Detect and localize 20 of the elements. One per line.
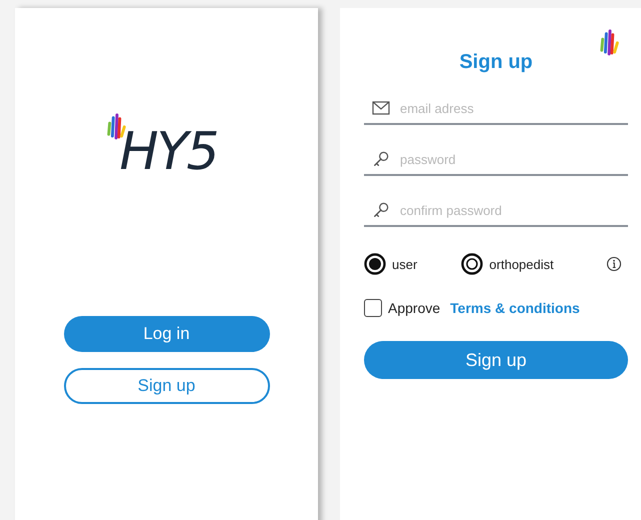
- role-label: orthopedist: [489, 256, 554, 272]
- approve-label: Approve: [388, 300, 440, 316]
- role-label: user: [392, 256, 418, 272]
- form-title: Sign up: [458, 51, 534, 74]
- color-stripes-icon: [599, 28, 621, 56]
- terms-link[interactable]: Terms & conditions: [450, 300, 580, 316]
- input-field[interactable]: email adress: [398, 100, 628, 116]
- input-field[interactable]: confirm password: [398, 202, 628, 218]
- signup-button[interactable]: Sign up: [64, 368, 270, 404]
- info-icon[interactable]: [606, 256, 622, 272]
- input-field[interactable]: password: [398, 150, 628, 168]
- key-icon: [372, 202, 390, 218]
- logo-text: HY5: [120, 126, 218, 178]
- checkbox[interactable]: [364, 299, 382, 317]
- signup-button[interactable]: Sign up: [364, 341, 628, 379]
- login-button[interactable]: Log in: [64, 316, 270, 352]
- key-icon: [372, 151, 390, 167]
- radio-button[interactable]: [461, 253, 484, 275]
- envelope-icon: [372, 100, 390, 116]
- radio-button[interactable]: [364, 253, 386, 275]
